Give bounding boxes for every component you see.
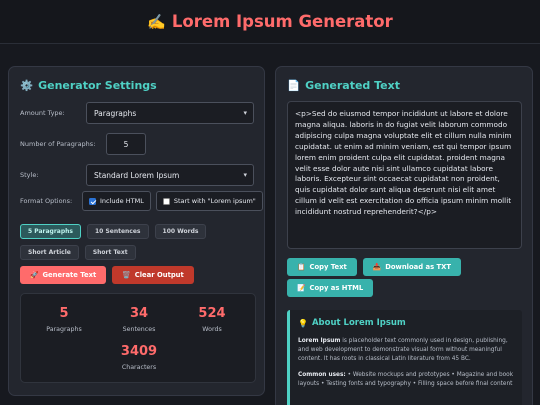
amount-type-select[interactable]: Paragraphs ▾	[86, 102, 254, 124]
download-icon: 📥	[372, 263, 382, 271]
clipboard-icon: 📋	[297, 263, 306, 271]
preset-short-text[interactable]: Short Text	[84, 245, 136, 260]
about-box: 💡 About Lorem Ipsum Lorem Ipsum is place…	[287, 310, 522, 405]
settings-title: ⚙️ Generator Settings	[20, 79, 157, 92]
num-paragraphs-row: Number of Paragraphs: 5	[20, 133, 146, 155]
copy-html-label: Copy as HTML	[309, 284, 364, 292]
output-actions-row: 📋 Copy Text 📥 Download as TXT	[287, 258, 461, 276]
start-with-lorem-label: Start with "Lorem ipsum"	[173, 197, 256, 205]
format-options-label: Format Options:	[20, 197, 73, 205]
start-with-lorem-checkbox[interactable]: Start with "Lorem ipsum"	[155, 191, 263, 211]
stat-paragraphs-value: 5	[59, 306, 69, 321]
preset-100-words[interactable]: 100 Words	[154, 224, 207, 239]
chevron-down-icon: ▾	[243, 109, 247, 117]
copy-text-button[interactable]: 📋 Copy Text	[287, 258, 357, 276]
about-paragraph-2: Common uses: • Website mockups and proto…	[298, 371, 514, 389]
stat-characters: 3409 Characters	[109, 344, 169, 371]
rocket-icon: 🚀	[30, 271, 39, 279]
num-paragraphs-input[interactable]: 5	[106, 133, 146, 155]
clear-output-button[interactable]: 🗑️ Clear Output	[112, 266, 194, 284]
stats-box: 5 Paragraphs 34 Sentences 524 Words 3409…	[20, 293, 256, 383]
page-title-text: Lorem Ipsum Generator	[171, 12, 393, 31]
settings-title-text: Generator Settings	[38, 79, 157, 92]
gear-icon: ⚙️	[20, 80, 34, 92]
chevron-down-icon: ▾	[243, 171, 247, 179]
format-options-row: Format Options: Include HTML Start with …	[20, 191, 263, 211]
stat-sentences-label: Sentences	[122, 326, 156, 333]
about-p2-bold: Common uses:	[298, 372, 346, 378]
generate-button[interactable]: 🚀 Generate Text	[20, 266, 107, 284]
app-header: ✍️ Lorem Ipsum Generator	[0, 0, 540, 44]
about-p1-bold: Lorem Ipsum	[298, 338, 341, 344]
memo-icon: 📝	[297, 284, 306, 292]
style-label: Style:	[20, 171, 39, 179]
preset-10-sentences[interactable]: 10 Sentences	[87, 224, 149, 239]
about-title: 💡 About Lorem Ipsum	[298, 318, 514, 328]
stat-words-value: 524	[198, 306, 226, 321]
output-actions-row-2: 📝 Copy as HTML	[287, 279, 374, 297]
stat-paragraphs-label: Paragraphs	[46, 326, 82, 333]
download-label: Download as TXT	[385, 263, 451, 271]
copy-text-label: Copy Text	[309, 263, 347, 271]
about-paragraph-1: Lorem Ipsum is placeholder text commonly…	[298, 337, 514, 364]
clear-label: Clear Output	[134, 271, 184, 279]
document-icon: 📄	[287, 80, 301, 92]
amount-type-row: Amount Type: Paragraphs ▾	[20, 102, 254, 124]
generated-text-panel: 📄 Generated Text <p>Sed do eiusmod tempo…	[275, 66, 533, 405]
generated-text-output[interactable]: <p>Sed do eiusmod tempor incididunt ut l…	[287, 101, 522, 249]
stat-words: 524 Words	[182, 306, 242, 333]
include-html-label: Include HTML	[100, 197, 144, 205]
output-title-text: Generated Text	[305, 79, 400, 92]
checkbox-unchecked-icon	[162, 197, 170, 205]
include-html-checkbox[interactable]: Include HTML	[82, 191, 151, 211]
preset-short-article[interactable]: Short Article	[20, 245, 79, 260]
output-title: 📄 Generated Text	[287, 79, 400, 92]
generate-label: Generate Text	[42, 271, 97, 279]
action-buttons: 🚀 Generate Text 🗑️ Clear Output	[20, 266, 194, 284]
amount-type-value: Paragraphs	[94, 108, 137, 118]
download-txt-button[interactable]: 📥 Download as TXT	[362, 258, 461, 276]
page-title: ✍️ Lorem Ipsum Generator	[147, 12, 393, 31]
trash-icon: 🗑️	[122, 271, 131, 279]
stat-characters-value: 3409	[120, 344, 158, 359]
stat-sentences: 34 Sentences	[109, 306, 169, 333]
stat-paragraphs: 5 Paragraphs	[34, 306, 94, 333]
checkbox-checked-icon	[89, 197, 96, 205]
preset-5-paragraphs[interactable]: 5 Paragraphs	[20, 224, 81, 239]
num-paragraphs-label: Number of Paragraphs:	[20, 140, 96, 148]
lightbulb-icon: 💡	[298, 318, 308, 328]
about-title-text: About Lorem Ipsum	[311, 318, 406, 328]
style-select[interactable]: Standard Lorem Ipsum ▾	[86, 164, 254, 186]
style-value: Standard Lorem Ipsum	[94, 170, 180, 180]
copy-html-button[interactable]: 📝 Copy as HTML	[287, 279, 374, 297]
amount-type-label: Amount Type:	[20, 109, 65, 117]
stat-words-label: Words	[202, 326, 222, 333]
style-row: Style: Standard Lorem Ipsum ▾	[20, 164, 254, 186]
preset-buttons: 5 Paragraphs 10 Sentences 100 Words Shor…	[20, 224, 260, 260]
writing-hand-icon: ✍️	[147, 12, 166, 31]
generator-settings-panel: ⚙️ Generator Settings Amount Type: Parag…	[8, 66, 265, 396]
stat-sentences-value: 34	[129, 306, 149, 321]
stat-characters-label: Characters	[121, 364, 157, 371]
